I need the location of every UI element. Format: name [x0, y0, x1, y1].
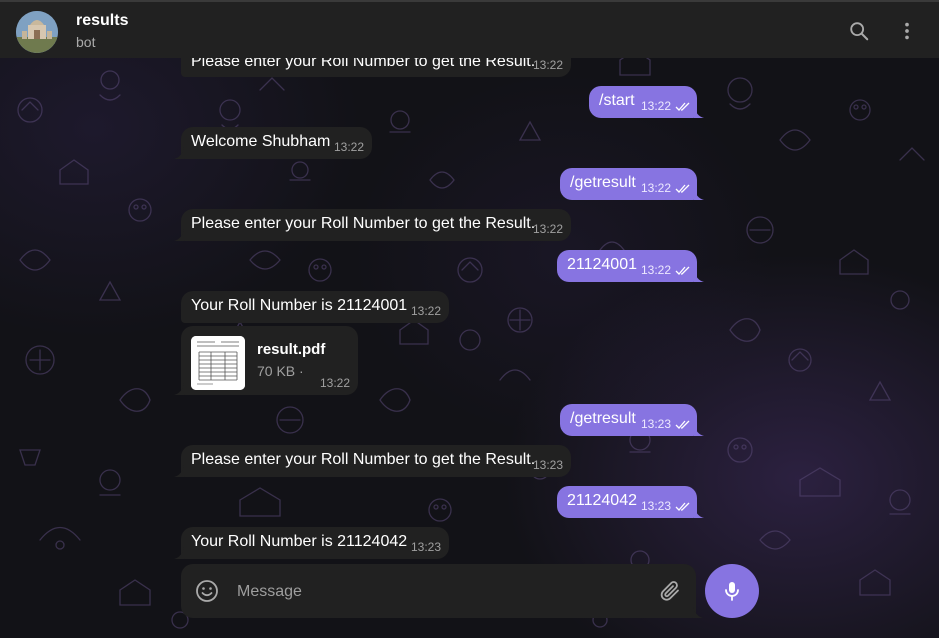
- document-message[interactable]: result.pdf 70 KB · 13:22: [174, 326, 358, 395]
- message-incoming[interactable]: Welcome Shubham 13:22: [174, 127, 372, 159]
- bubble-tail: [174, 229, 184, 241]
- message-outgoing[interactable]: /getresult 13:22: [560, 168, 704, 200]
- message-incoming[interactable]: Your Roll Number is 21124001 13:22: [181, 291, 449, 323]
- message-text: 21124001: [567, 256, 637, 273]
- search-icon: [850, 22, 869, 41]
- message-time: 13:23: [640, 499, 671, 513]
- chat-window: results bot Please enter your Roll Numbe…: [0, 0, 939, 638]
- file-name: result.pdf: [257, 341, 326, 358]
- message-time: 13:22: [640, 181, 671, 195]
- voice-record-button[interactable]: [705, 564, 759, 618]
- paperclip-icon: [660, 581, 679, 601]
- pdf-thumbnail[interactable]: [191, 336, 245, 390]
- chat-header: results bot: [0, 0, 939, 58]
- message-time: 13:22: [532, 58, 563, 72]
- message-text: 21124042: [567, 492, 637, 509]
- message-outgoing[interactable]: /start 13:22: [589, 86, 704, 118]
- smile-icon: [196, 580, 218, 602]
- message-time: 13:23: [410, 540, 441, 554]
- chat-status: bot: [76, 34, 96, 50]
- bubble-tail: [694, 506, 704, 518]
- double-check-icon: [675, 184, 690, 193]
- more-options-button[interactable]: [892, 16, 922, 46]
- document-preview-icon: [191, 336, 245, 390]
- bubble-tail: [694, 106, 704, 118]
- chat-title[interactable]: results: [76, 12, 128, 30]
- message-input[interactable]: [235, 578, 639, 606]
- message-text: /start: [599, 92, 635, 109]
- double-check-icon: [675, 502, 690, 511]
- message-time: 13:23: [532, 458, 563, 472]
- microphone-icon: [725, 582, 739, 601]
- message-outgoing[interactable]: /getresult 13:23: [560, 404, 704, 436]
- message-text: Your Roll Number is 21124042: [191, 533, 408, 550]
- avatar-image: [16, 11, 58, 53]
- message-time: 13:22: [532, 222, 563, 236]
- message-time: 13:22: [319, 376, 350, 390]
- emoji-button[interactable]: [195, 579, 219, 603]
- message-text: Welcome Shubham: [191, 133, 331, 150]
- bubble-tail: [174, 465, 184, 477]
- chat-background-pattern: [17, 49, 925, 629]
- message-composer: [181, 564, 703, 618]
- avatar[interactable]: [16, 11, 58, 53]
- attach-button[interactable]: [658, 579, 682, 603]
- message-time: 13:23: [640, 417, 671, 431]
- composer-tail: [693, 606, 703, 618]
- bubble-tail: [694, 424, 704, 436]
- message-time: 13:22: [410, 304, 441, 318]
- bubble-tail: [174, 547, 184, 559]
- double-check-icon: [675, 102, 690, 111]
- bubble-tail: [174, 147, 184, 159]
- more-vertical-icon: [905, 22, 909, 40]
- message-incoming[interactable]: Please enter your Roll Number to get the…: [174, 209, 571, 241]
- message-time: 13:22: [640, 99, 671, 113]
- message-time: 13:22: [640, 263, 671, 277]
- search-button[interactable]: [844, 16, 874, 46]
- message-incoming[interactable]: Your Roll Number is 21124042 13:23: [174, 527, 449, 559]
- message-outgoing[interactable]: 21124042 13:23: [557, 486, 704, 518]
- message-text: /getresult: [570, 410, 636, 427]
- message-incoming[interactable]: Please enter your Roll Number to get the…: [174, 445, 571, 477]
- double-check-icon: [675, 420, 690, 429]
- message-time: 13:22: [333, 140, 364, 154]
- message-text: /getresult: [570, 174, 636, 191]
- bubble-tail: [694, 188, 704, 200]
- message-text: Please enter your Roll Number to get the…: [191, 215, 536, 232]
- message-text: Your Roll Number is 21124001: [191, 297, 408, 314]
- file-size: 70 KB ·: [257, 363, 304, 379]
- message-text: Please enter your Roll Number to get the…: [191, 451, 536, 468]
- bubble-tail: [174, 383, 184, 395]
- bubble-tail: [694, 270, 704, 282]
- message-outgoing[interactable]: 21124001 13:22: [557, 250, 704, 282]
- double-check-icon: [675, 266, 690, 275]
